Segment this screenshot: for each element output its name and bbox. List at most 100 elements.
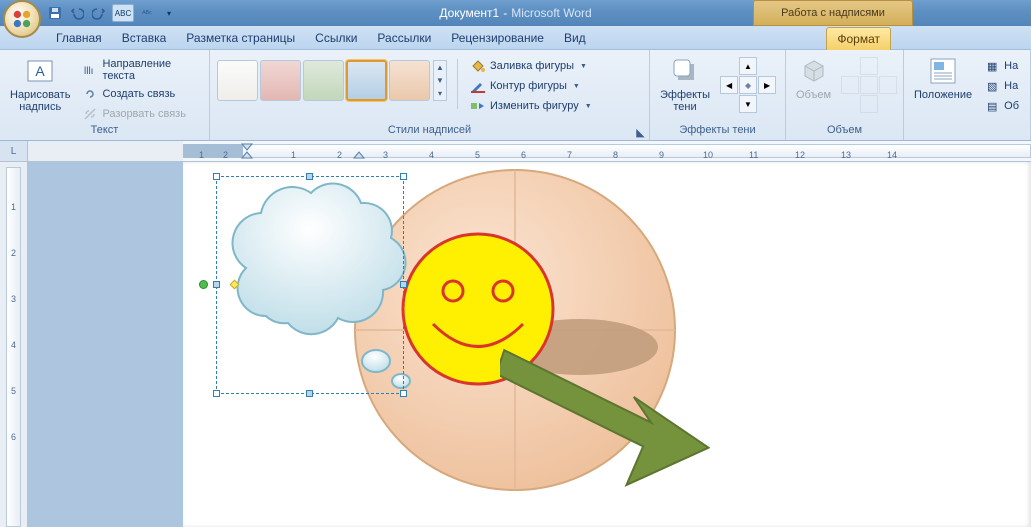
resize-handle-w[interactable] <box>213 281 220 288</box>
style-gallery-scroll[interactable]: ▲ ▼ ▾ <box>433 60 447 101</box>
chevron-up-icon[interactable]: ▲ <box>434 61 446 74</box>
wrap-text-button[interactable]: ▤Об <box>982 97 1021 115</box>
document-background <box>28 162 183 527</box>
group-label-text: Текст <box>6 124 203 140</box>
shadow-nudge-pad: ▲ ◀ ◆ ▶ ▼ <box>720 53 776 113</box>
text-direction-button[interactable]: lllı Направление текста <box>80 57 203 83</box>
pen-icon <box>470 78 486 94</box>
undo-icon[interactable] <box>68 4 86 22</box>
resize-handle-nw[interactable] <box>213 173 220 180</box>
dropdown-caret-icon: ▼ <box>573 83 580 90</box>
tab-selector[interactable]: L <box>0 141 28 161</box>
rotation-handle[interactable] <box>199 280 208 289</box>
group-label-shadow: Эффекты тени <box>656 124 779 140</box>
title-bar: ABC ᴬᴮᶜ ▾ Документ1 - Microsoft Word Раб… <box>0 0 1031 26</box>
svg-text:lllı: lllı <box>84 66 93 77</box>
break-link-button: Разорвать связь <box>80 105 203 123</box>
redo-icon[interactable] <box>90 4 108 22</box>
qat-customize-icon[interactable]: ▾ <box>160 4 178 22</box>
nudge-down-button[interactable]: ▼ <box>739 95 757 113</box>
selection-box[interactable] <box>216 176 404 394</box>
document-name: Документ1 <box>439 6 499 20</box>
dropdown-caret-icon: ▼ <box>580 63 587 70</box>
tab-home[interactable]: Главная <box>46 27 112 49</box>
document-page[interactable] <box>183 162 1031 527</box>
change-shape-button[interactable]: Изменить фигуру▼ <box>468 97 594 115</box>
horizontal-ruler-bar: L 1 2 1 2 3 4 5 6 7 8 9 10 11 12 13 14 <box>0 141 1031 162</box>
tab-references[interactable]: Ссылки <box>305 27 367 49</box>
ribbon: A Нарисовать надпись lllı Направление те… <box>0 50 1031 141</box>
shadow-effects-button[interactable]: Эффекты тени <box>656 53 714 115</box>
horizontal-ruler[interactable]: 1 2 1 2 3 4 5 6 7 8 9 10 11 12 13 14 <box>183 141 1031 161</box>
svg-text:A: A <box>36 63 46 79</box>
resize-handle-s[interactable] <box>306 390 313 397</box>
adjustment-handle[interactable] <box>230 280 240 290</box>
position-button[interactable]: Положение <box>910 53 976 103</box>
right-indent-icon[interactable] <box>353 151 365 161</box>
wrap-icon: ▤ <box>984 98 1000 114</box>
tab-format[interactable]: Формат <box>826 27 891 50</box>
nudge-center-button[interactable]: ◆ <box>739 76 757 94</box>
abc-check-icon[interactable]: ABC <box>112 4 134 22</box>
shape-fill-button[interactable]: Заливка фигуры▼ <box>468 57 594 75</box>
dialog-launcher-icon[interactable]: ◣ <box>634 125 647 139</box>
app-name: Microsoft Word <box>511 6 591 20</box>
change-shape-icon <box>470 98 486 114</box>
hanging-indent-icon[interactable] <box>241 151 253 161</box>
break-link-icon <box>82 106 98 122</box>
tab-mailings[interactable]: Рассылки <box>367 27 441 49</box>
group-styles: ▲ ▼ ▾ Заливка фигуры▼ Контур фигуры▼ Изм… <box>210 50 650 140</box>
arrow-shape[interactable] <box>500 332 710 492</box>
chevron-down-icon[interactable]: ▼ <box>434 74 446 87</box>
contextual-tab-title: Работа с надписями <box>753 0 913 26</box>
resize-handle-n[interactable] <box>306 173 313 180</box>
nudge-right-button[interactable]: ▶ <box>758 76 776 94</box>
resize-handle-sw[interactable] <box>213 390 220 397</box>
work-area: 1 2 3 4 5 6 <box>0 162 1031 527</box>
style-swatch-5[interactable] <box>389 60 430 101</box>
bring-front-button[interactable]: ▦На <box>982 57 1021 75</box>
cube-icon <box>798 55 830 87</box>
office-button[interactable] <box>3 0 41 38</box>
textbox-icon: A <box>24 55 56 87</box>
tab-review[interactable]: Рецензирование <box>441 27 554 49</box>
ribbon-tabs: Главная Вставка Разметка страницы Ссылки… <box>0 26 1031 50</box>
window-title: Документ1 - Microsoft Word <box>439 6 591 20</box>
resize-handle-ne[interactable] <box>400 173 407 180</box>
abc-icon[interactable]: ᴬᴮᶜ <box>138 4 156 22</box>
tab-insert[interactable]: Вставка <box>112 27 177 49</box>
more-icon[interactable]: ▾ <box>434 87 446 100</box>
group-label-arrange <box>910 124 1024 140</box>
quick-access-toolbar: ABC ᴬᴮᶜ ▾ <box>46 0 178 26</box>
send-back-button[interactable]: ▧На <box>982 77 1021 95</box>
create-link-button[interactable]: Создать связь <box>80 85 203 103</box>
text-direction-icon: lllı <box>82 62 98 78</box>
tab-view[interactable]: Вид <box>554 27 596 49</box>
resize-handle-e[interactable] <box>400 281 407 288</box>
style-swatch-2[interactable] <box>260 60 301 101</box>
shadow-icon <box>669 55 701 87</box>
nudge-left-button[interactable]: ◀ <box>720 76 738 94</box>
bucket-icon <box>470 58 486 74</box>
group-text: A Нарисовать надпись lllı Направление те… <box>0 50 210 140</box>
tab-page-layout[interactable]: Разметка страницы <box>176 27 305 49</box>
position-icon <box>927 55 959 87</box>
draw-textbox-button[interactable]: A Нарисовать надпись <box>6 53 74 115</box>
shape-outline-button[interactable]: Контур фигуры▼ <box>468 77 594 95</box>
back-icon: ▧ <box>984 78 1000 94</box>
group-shadow: Эффекты тени ▲ ◀ ◆ ▶ ▼ Эффекты тени <box>650 50 786 140</box>
nudge-up-button[interactable]: ▲ <box>739 57 757 75</box>
resize-handle-se[interactable] <box>400 390 407 397</box>
group-label-styles: Стили надписей <box>216 124 643 140</box>
style-swatch-1[interactable] <box>217 60 258 101</box>
link-icon <box>82 86 98 102</box>
group-arrange: Положение ▦На ▧На ▤Об <box>904 50 1031 140</box>
vertical-ruler[interactable]: 1 2 3 4 5 6 <box>0 162 28 527</box>
3d-nudge-pad <box>841 53 897 113</box>
front-icon: ▦ <box>984 58 1000 74</box>
save-icon[interactable] <box>46 4 64 22</box>
style-gallery[interactable]: ▲ ▼ ▾ <box>216 53 447 102</box>
style-swatch-3[interactable] <box>303 60 344 101</box>
style-swatch-4[interactable] <box>346 60 387 101</box>
dropdown-caret-icon: ▼ <box>585 103 592 110</box>
